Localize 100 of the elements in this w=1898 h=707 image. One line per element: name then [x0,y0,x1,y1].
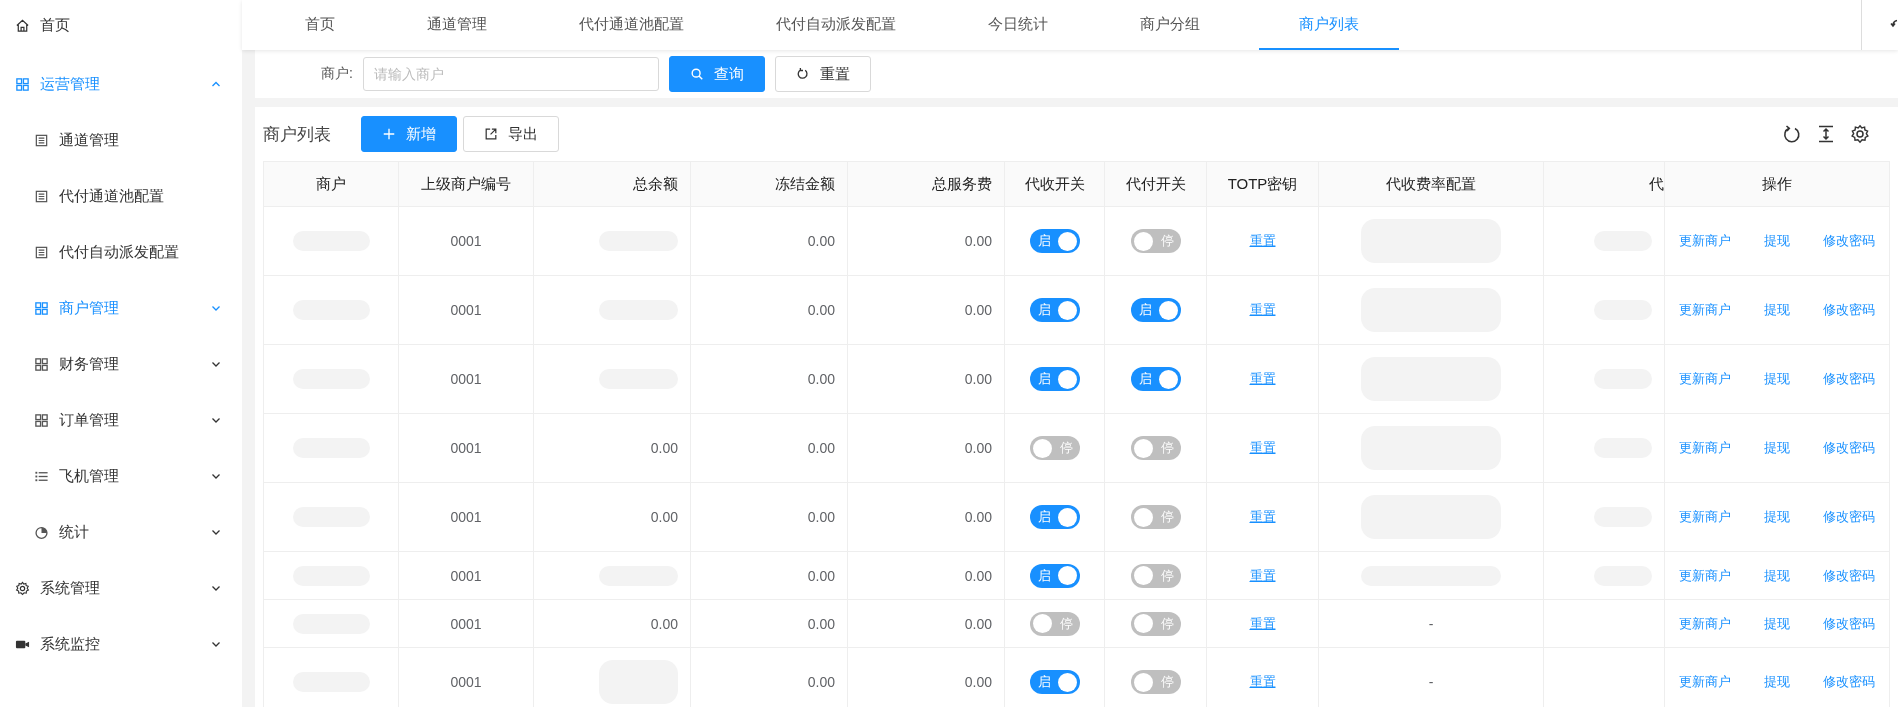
reset-link[interactable]: 重置 [1249,674,1276,689]
table-cell: 0001 [450,567,482,584]
reset-link[interactable]: 重置 [1249,567,1276,583]
table-cell: 0.00 [964,371,992,387]
action-link[interactable]: 提现 [1764,566,1790,585]
sidebar-item[interactable]: 代付通道池配置 [0,168,242,224]
toggle-switch[interactable]: 停 [1130,229,1181,253]
toggle-switch[interactable]: 启 [1029,367,1080,391]
toggle-switch[interactable]: 停 [1130,670,1181,694]
toggle-switch[interactable]: 启 [1029,298,1080,322]
action-link[interactable]: 更新商户 [1679,508,1731,526]
toggle-switch[interactable]: 启 [1029,670,1080,694]
tab[interactable]: 今日统计 [955,0,1081,50]
action-link[interactable]: 更新商户 [1679,232,1731,250]
table-cell: 0.00 [807,302,835,318]
toggle-switch[interactable]: 启 [1029,505,1080,529]
reset-button[interactable]: 重置 [774,56,871,92]
action-link[interactable]: 修改密码 [1823,614,1875,633]
toggle-switch[interactable]: 停 [1130,563,1181,588]
reset-link[interactable]: 重置 [1249,440,1276,455]
column-header: 代 [1543,161,1665,207]
table-cell: 0.00 [964,567,992,584]
sidebar-item[interactable]: 财务管理 [0,336,242,392]
settings-icon [15,580,30,596]
table-cell: 0.00 [807,674,835,690]
toggle-switch[interactable]: 停 [1130,436,1181,460]
list-icon [34,244,49,260]
column-header: TOTP密钥 [1206,161,1319,207]
tab[interactable]: 通道管理 [394,0,520,50]
sidebar-item[interactable]: 运营管理 [0,56,242,112]
table-cell: 0001 [450,440,482,456]
tab[interactable]: 代付通道池配置 [546,0,717,50]
table-cell: 0.00 [807,567,835,584]
action-link[interactable]: 修改密码 [1823,508,1875,526]
reset-link[interactable]: 重置 [1249,302,1276,317]
tab[interactable]: 代付自动派发配置 [743,0,929,50]
toggle-switch[interactable]: 停 [1029,436,1080,460]
action-link[interactable]: 修改密码 [1823,566,1875,585]
column-header: 代收费率配置 [1318,161,1544,207]
table-cell: 0001 [450,371,482,387]
sidebar-item[interactable]: 首页 [0,0,242,50]
table-cell: 0001 [450,302,482,318]
sidebar-item[interactable]: 代付自动派发配置 [0,224,242,280]
toggle-switch[interactable]: 启 [1029,229,1080,253]
sidebar-item[interactable]: 通道管理 [0,112,242,168]
toggle-switch[interactable]: 停 [1130,611,1181,636]
toggle-switch[interactable]: 启 [1029,563,1080,588]
toggle-switch[interactable]: 启 [1130,367,1181,391]
reset-link[interactable]: 重置 [1249,509,1276,524]
reset-link[interactable]: 重置 [1249,233,1276,248]
table-cell: 0.00 [964,509,992,525]
list-icon [34,132,49,148]
grid-icon [15,76,30,92]
toggle-switch[interactable]: 停 [1130,505,1181,529]
action-link[interactable]: 提现 [1764,232,1790,250]
action-link[interactable]: 修改密码 [1823,439,1875,457]
action-link[interactable]: 修改密码 [1823,370,1875,388]
action-link[interactable]: 更新商户 [1679,566,1731,585]
action-link[interactable]: 更新商户 [1679,673,1731,691]
export-button[interactable]: 导出 [463,116,559,152]
sidebar-item[interactable]: 商户管理 [0,280,242,336]
sidebar-item[interactable]: 飞机管理 [0,448,242,504]
action-link[interactable]: 更新商户 [1679,301,1731,319]
column-header: 总服务费 [847,161,1005,207]
column-height-icon[interactable] [1816,124,1836,144]
table-cell: 0.00 [807,371,835,387]
toggle-switch[interactable]: 启 [1130,298,1181,322]
action-link[interactable]: 提现 [1764,614,1790,633]
sidebar-item[interactable]: 订单管理 [0,392,242,448]
table-cell: 0.00 [650,615,678,632]
reset-link[interactable]: 重置 [1249,371,1276,386]
action-link[interactable]: 提现 [1764,439,1790,457]
action-link[interactable]: 更新商户 [1679,439,1731,457]
sidebar-item[interactable]: 系统监控 [0,616,242,672]
table-cell: 0.00 [650,509,678,525]
table-cell: 0.00 [807,615,835,632]
action-link[interactable]: 修改密码 [1823,232,1875,250]
reset-link[interactable]: 重置 [1249,615,1276,631]
action-link[interactable]: 修改密码 [1823,301,1875,319]
settings-icon[interactable] [1850,124,1870,144]
action-link[interactable]: 修改密码 [1823,673,1875,691]
sidebar-item[interactable]: 统计 [0,504,242,560]
action-link[interactable]: 提现 [1764,370,1790,388]
toggle-switch[interactable]: 停 [1029,611,1080,636]
column-header: 代付开关 [1104,161,1207,207]
action-link[interactable]: 更新商户 [1679,370,1731,388]
table-cell: 0.00 [964,302,992,318]
merchant-input[interactable]: 请输入商户 [362,57,659,91]
action-link[interactable]: 更新商户 [1679,614,1731,633]
table-cell: 0001 [450,674,482,690]
add-button[interactable]: 新增 [361,116,457,152]
tab[interactable]: 首页 [272,0,368,50]
action-link[interactable]: 提现 [1764,508,1790,526]
action-link[interactable]: 提现 [1764,301,1790,319]
column-header: 冻结金额 [690,161,848,207]
sidebar-item[interactable]: 系统管理 [0,560,242,616]
action-link[interactable]: 提现 [1764,673,1790,691]
tab[interactable]: 商户分组 [1107,0,1233,50]
query-button[interactable]: 查询 [668,56,765,92]
table-cell: 0.00 [807,509,835,525]
